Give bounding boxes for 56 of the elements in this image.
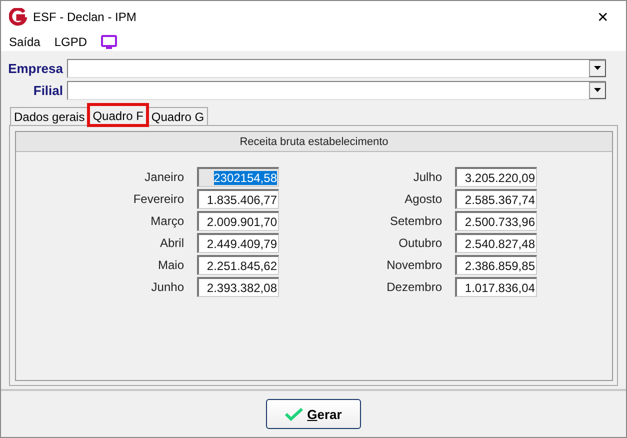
amount-value: 2.449.409,79 (206, 236, 277, 250)
amount-value: 2.251.845,62 (206, 258, 277, 272)
amount-field[interactable]: 2.251.845,62 (197, 255, 279, 275)
amount-field[interactable]: 2.386.859,85 (455, 255, 537, 275)
dropdown-field[interactable] (67, 80, 606, 100)
amount-field[interactable]: 2.585.367,74 (455, 189, 537, 209)
amount-field[interactable]: 2.500.733,96 (455, 211, 537, 231)
month-label: Setembro (388, 214, 442, 228)
month-label: Outubro (398, 236, 442, 250)
month-label: Agosto (404, 192, 442, 206)
month-label: Março (150, 214, 184, 228)
caret-icon (594, 88, 601, 92)
amount-value: 2.540.827,48 (464, 236, 535, 250)
amount-field[interactable]: 2.009.901,70 (197, 211, 279, 231)
tab[interactable]: Quadro F (88, 105, 148, 125)
amount-value: 2.500.733,96 (464, 214, 535, 228)
field-label: Empresa (7, 60, 63, 76)
month-label: Abril (158, 236, 184, 250)
amount-value: 2.386.859,85 (464, 258, 535, 272)
amount-field[interactable]: 3.205.220,09 (455, 167, 537, 187)
monitor-icon[interactable] (101, 35, 118, 49)
amount-value: 3.205.220,09 (464, 170, 535, 184)
window-title: ESF - Declan - IPM (33, 10, 138, 24)
amount-value: 1.835.406,77 (206, 192, 277, 206)
month-label: Novembro (386, 258, 442, 272)
field-label: Filial (32, 82, 63, 98)
logo-icon (9, 8, 27, 26)
amount-value: 2.585.367,74 (464, 192, 535, 206)
amount-value: 1.017.836,04 (464, 280, 535, 294)
month-label: Fevereiro (132, 192, 184, 206)
amount-field[interactable]: 1.017.836,04 (455, 277, 537, 297)
check-icon (285, 407, 304, 421)
amount-field[interactable]: 2.449.409,79 (197, 233, 279, 253)
amount-value: 2.393.382,08 (206, 280, 277, 294)
dropdown-button[interactable] (589, 60, 606, 76)
amount-field[interactable]: 1.835.406,77 (197, 189, 279, 209)
amount-field[interactable]: 2.393.382,08 (197, 277, 279, 297)
month-label: Maio (156, 258, 184, 272)
amount-value: 2302154,58 (214, 170, 277, 184)
month-label: Janeiro (144, 170, 184, 184)
close-button[interactable]: ✕ (588, 3, 618, 31)
month-label: Dezembro (386, 280, 442, 294)
month-label: Julho (412, 170, 442, 184)
tab[interactable]: Dados gerais (10, 107, 89, 125)
dropdown-button[interactable] (589, 82, 606, 98)
caret-icon (594, 66, 601, 70)
generate-button[interactable]: Gerar (266, 399, 361, 429)
month-label: Junho (150, 280, 184, 294)
menu-item[interactable]: Saída (9, 35, 40, 49)
amount-field[interactable]: 2302154,58 (197, 167, 279, 187)
tab[interactable]: Quadro G (147, 107, 208, 125)
dropdown-field[interactable] (67, 58, 606, 78)
amount-value: 2.009.901,70 (206, 214, 277, 228)
menu-item[interactable]: LGPD (54, 35, 88, 49)
group-title: Receita bruta estabelecimento (240, 136, 388, 148)
amount-field[interactable]: 2.540.827,48 (455, 233, 537, 253)
